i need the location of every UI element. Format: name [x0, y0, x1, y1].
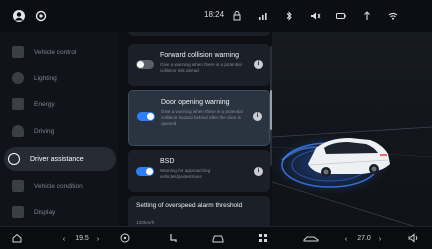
info-icon[interactable]: i — [254, 60, 263, 69]
door-opening-warning-card[interactable]: Door opening warning Give a warning when… — [128, 90, 270, 146]
car-control-icon — [12, 46, 24, 58]
sidebar-item-label: Vehicle control — [34, 48, 77, 56]
sidebar-item-energy[interactable]: Energy — [8, 92, 116, 116]
overspeed-threshold-card[interactable]: Setting of overspeed alarm threshold 120… — [128, 196, 270, 226]
setting-title: Setting of overspeed alarm threshold — [136, 202, 243, 209]
sidebar-item-label: Driver assistance — [30, 155, 84, 163]
forward-collision-warning-card[interactable]: Forward collision warning Give a warning… — [128, 44, 270, 86]
steering-heat-icon[interactable] — [118, 232, 132, 245]
right-temperature: 27.0 — [357, 235, 371, 242]
left-temperature: 19.5 — [75, 235, 89, 242]
sidebar-item-lighting[interactable]: Lighting — [8, 66, 116, 90]
bsd-toggle[interactable] — [136, 167, 154, 176]
profile-icon[interactable] — [12, 9, 26, 23]
door-opening-toggle[interactable] — [137, 112, 155, 121]
previous-setting-card — [128, 32, 270, 36]
apps-icon[interactable] — [256, 232, 270, 245]
camera-icon[interactable] — [34, 9, 48, 23]
steering-icon — [12, 125, 24, 137]
seat-heat-icon[interactable] — [166, 232, 180, 245]
sidebar-item-driving[interactable]: Driving — [8, 119, 116, 143]
sidebar-item-label: Display — [34, 208, 56, 216]
left-temp-increase-button[interactable]: › — [94, 232, 102, 245]
battery-icon — [12, 98, 24, 110]
info-icon[interactable]: i — [253, 112, 262, 121]
driver-assist-icon — [8, 153, 20, 165]
signal-icon — [360, 9, 374, 23]
setting-title: Door opening warning — [161, 99, 230, 106]
bluetooth-icon — [282, 9, 296, 23]
sidebar-item-driver-assistance[interactable]: Driver assistance — [4, 147, 116, 171]
info-icon[interactable]: i — [254, 167, 263, 176]
sidebar-item-label: Driving — [34, 127, 55, 135]
sidebar-item-label: Vehicle condition — [34, 182, 83, 190]
car-icon[interactable] — [210, 232, 226, 245]
lock-icon — [230, 9, 244, 23]
setting-description: Warning for approaching vehicles/pedestr… — [160, 168, 211, 179]
home-icon[interactable] — [10, 232, 24, 245]
sidebar-item-label: Lighting — [34, 74, 57, 82]
setting-title: BSD — [160, 158, 175, 165]
bottom-control-bar: ‹ 19.5 › ‹ 27.0 › — [0, 226, 432, 249]
right-temp-increase-button[interactable]: › — [376, 232, 384, 245]
vehicle-visualization — [272, 32, 432, 226]
volume-icon[interactable] — [406, 232, 420, 245]
settings-sidebar: Vehicle control Lighting Energy Driving … — [0, 32, 118, 226]
clock: 18:24 — [204, 10, 225, 19]
wifi-icon — [386, 9, 400, 23]
sidebar-item-vehicle-control[interactable]: Vehicle control — [8, 40, 116, 64]
right-temp-decrease-button[interactable]: ‹ — [342, 232, 350, 245]
setting-description: Give a warning when there is a potential… — [161, 109, 243, 126]
setting-title: Forward collision warning — [160, 52, 239, 59]
driver-assistance-settings-list[interactable]: Forward collision warning Give a warning… — [124, 32, 272, 226]
light-icon — [12, 72, 24, 84]
vehicle-side-icon[interactable] — [302, 232, 320, 245]
mute-icon — [308, 9, 322, 23]
sidebar-item-label: Energy — [34, 100, 55, 108]
forward-collision-toggle[interactable] — [136, 60, 154, 69]
condition-icon — [12, 180, 24, 192]
setting-description: Give a warning when there is a potential… — [160, 62, 242, 73]
display-icon — [12, 206, 24, 218]
status-bar: 18:24 — [0, 0, 432, 32]
sidebar-item-vehicle-condition[interactable]: Vehicle condition — [8, 174, 116, 198]
bsd-card[interactable]: BSD Warning for approaching vehicles/ped… — [128, 150, 270, 192]
network-icon — [256, 9, 270, 23]
battery-status-icon — [334, 9, 348, 23]
sidebar-item-display[interactable]: Display — [8, 200, 116, 224]
left-temp-decrease-button[interactable]: ‹ — [60, 232, 68, 245]
